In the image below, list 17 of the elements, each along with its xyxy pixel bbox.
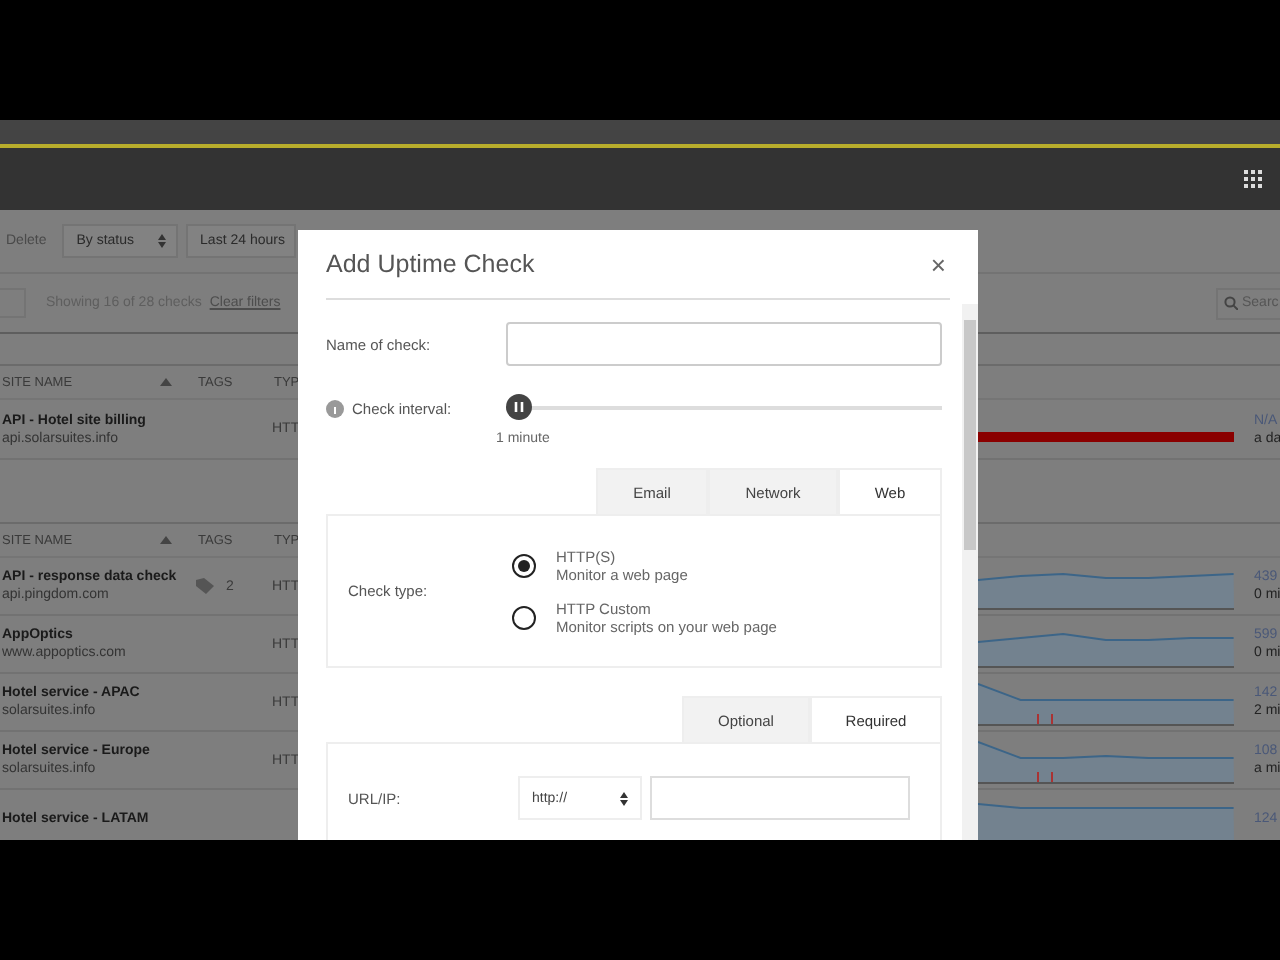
sort-icon xyxy=(160,378,172,386)
updown-icon xyxy=(620,791,628,805)
interval-slider[interactable] xyxy=(506,394,942,422)
info-icon xyxy=(326,399,344,417)
apps-grid-icon[interactable] xyxy=(1244,169,1262,187)
updown-icon xyxy=(158,234,167,248)
slider-thumb[interactable] xyxy=(506,394,532,420)
search-icon xyxy=(1224,296,1238,310)
name-input[interactable] xyxy=(506,322,942,366)
radio-button[interactable] xyxy=(512,553,536,577)
dialog-title: Add Uptime Check xyxy=(326,250,535,278)
radio-button[interactable] xyxy=(512,605,536,629)
sort-icon xyxy=(160,536,172,544)
scrollbar[interactable] xyxy=(962,304,978,840)
url-input[interactable] xyxy=(650,776,910,820)
close-button[interactable]: × xyxy=(926,249,950,279)
tag-icon xyxy=(196,578,214,594)
